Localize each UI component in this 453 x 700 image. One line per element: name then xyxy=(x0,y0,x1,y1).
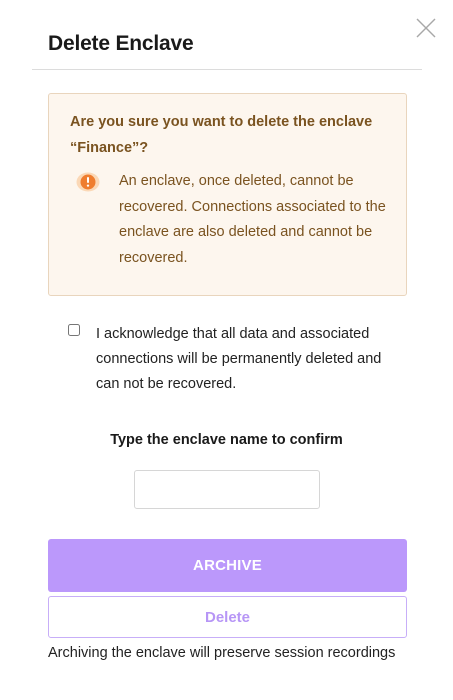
close-button[interactable] xyxy=(415,17,437,39)
enclave-name-input[interactable] xyxy=(134,470,320,509)
warning-heading: Are you sure you want to delete the encl… xyxy=(70,114,373,156)
delete-button[interactable]: Delete xyxy=(48,596,407,638)
archive-button[interactable]: ARCHIVE xyxy=(48,539,407,592)
warning-panel: Are you sure you want to delete the encl… xyxy=(48,93,407,296)
dialog-title: Delete Enclave xyxy=(48,32,194,55)
title-divider xyxy=(32,69,422,70)
confirm-name-label: Type the enclave name to confirm xyxy=(110,432,343,448)
exclamation-circle-icon xyxy=(76,172,100,192)
acknowledge-label: I acknowledge that all data and associat… xyxy=(96,326,382,392)
acknowledge-checkbox[interactable] xyxy=(68,324,80,336)
archive-note: Archiving the enclave will preserve sess… xyxy=(48,645,396,661)
delete-enclave-dialog: Delete Enclave Are you sure you want to … xyxy=(0,0,453,700)
warning-message: An enclave, once deleted, cannot be reco… xyxy=(119,173,386,266)
close-icon xyxy=(416,18,436,38)
